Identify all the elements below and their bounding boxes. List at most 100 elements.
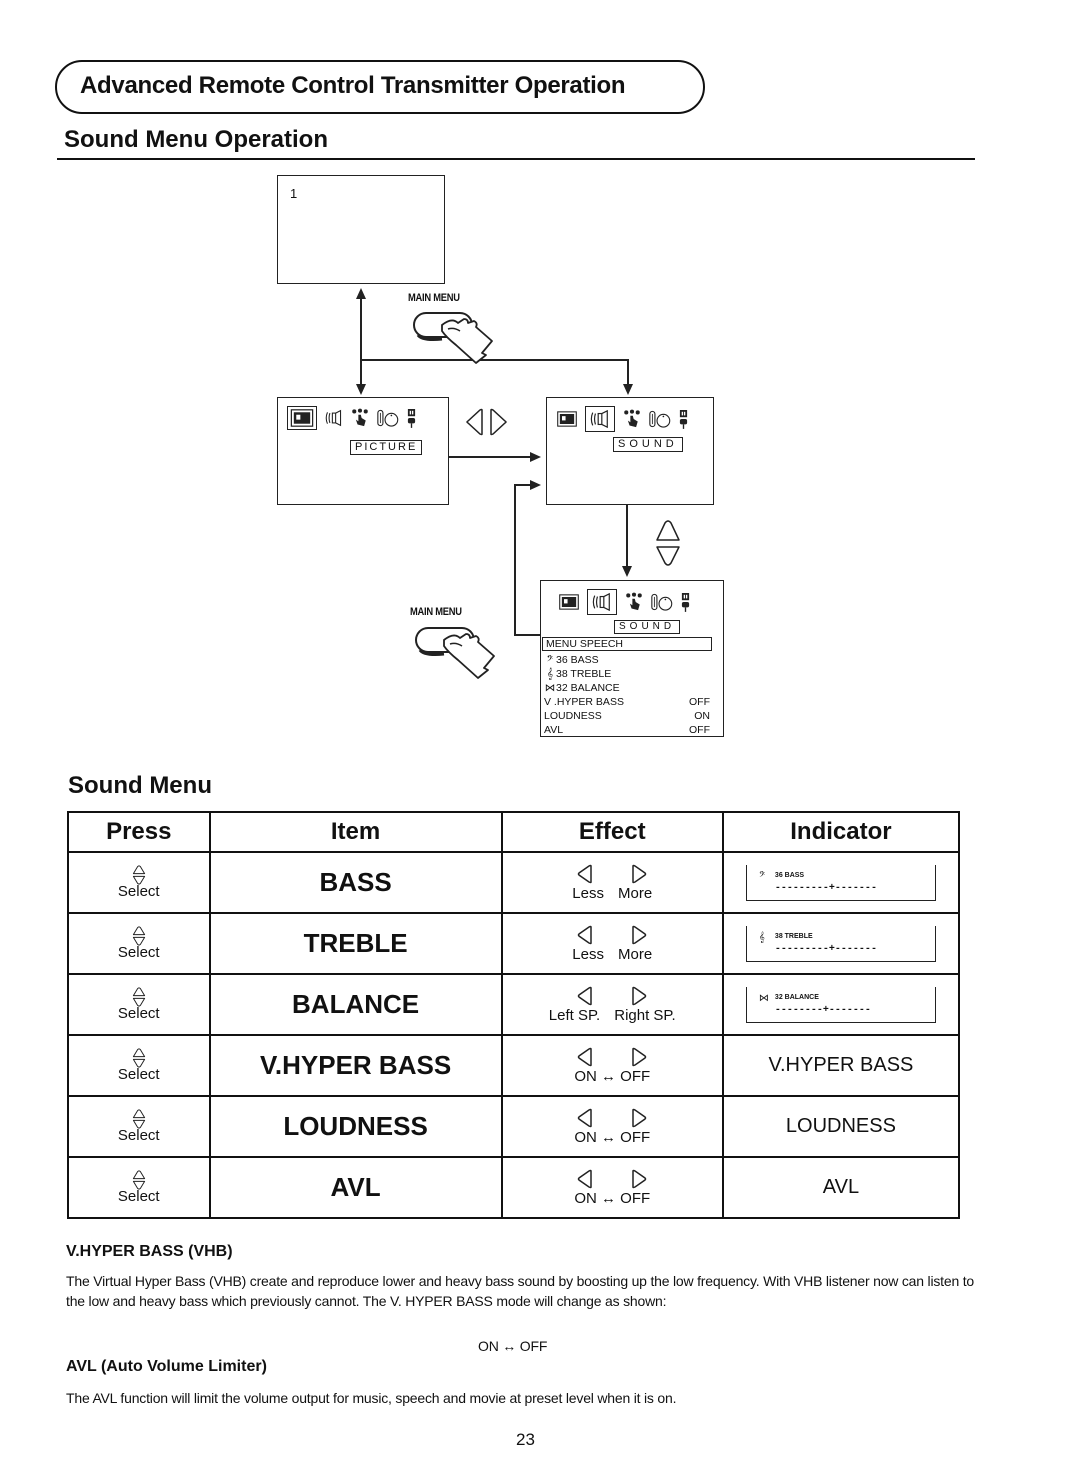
right-arrow-icon[interactable] [631,1108,647,1128]
setup-tab-icon [625,591,643,613]
setup-tab-icon [351,407,369,429]
indicator-level-bar: ---------+------- [774,943,877,955]
power-tab-icon [679,409,688,429]
connector-line [514,634,540,636]
effect-onoff-label: ON ↔ OFF [574,1067,651,1085]
indicator-level-bar: ---------+------- [774,882,877,894]
balance-icon: ⋈ [758,992,769,1004]
indicator-display: 𝄢 36 BASS ---------+------- [745,864,936,901]
picture-tab-icon [557,411,577,427]
tv-screen-sound-menu: SOUND [546,397,714,505]
treble-clef-icon: 𝄞 [758,931,765,943]
indicator-cell: LOUDNESS [721,1095,961,1158]
timer-tab-icon [377,408,399,428]
left-arrow-icon[interactable] [577,986,593,1006]
effect-cell: Less More [500,912,724,975]
menu-item-treble[interactable]: 𝄞 38 TREBLE [542,667,722,681]
right-arrow-icon[interactable] [631,1047,647,1067]
sound-menu-list: 𝄢 36 BASS 𝄞 38 TREBLE ⋈32 BALANCE V .HYPER… [542,653,722,737]
item-label: BALANCE [292,989,420,1019]
tv-screen-picture-menu: PICTURE [277,397,449,505]
press-cell: Select [67,1156,211,1219]
item-label: BASS [319,867,392,897]
column-header-indicator: Indicator [721,811,961,853]
table-row: Select AVL ON ↔ OFF AVL [67,1156,961,1219]
menu-item-vhyper-bass[interactable]: V .HYPER BASS OFF [542,695,722,709]
power-tab-icon [681,592,690,612]
table-row: Select V.HYPER BASS ON ↔ OFF V.HYPER BASS [67,1034,961,1097]
indicator-label: 32 BALANCE [774,993,819,1001]
menu-item-avl[interactable]: AVL OFF [542,723,722,737]
right-arrow-icon[interactable] [631,1169,647,1189]
chapter-title: Advanced Remote Control Transmitter Oper… [80,72,626,99]
arrow-right-icon [530,480,541,490]
select-label: Select [117,883,160,900]
sound-menu-tag: SOUND [613,437,683,452]
press-cell: Select [67,851,211,914]
indicator-level-bar: --------+------- [774,1004,871,1016]
menu-speech-header: MENU SPEECH [542,637,712,651]
timer-tab-icon [651,592,673,612]
table-row: Select TREBLE Less More 𝄞 38 TREBLE ---------+… [67,912,961,975]
table-row: Select BALANCE Left SP. Right SP. ⋈ 32 BALANC… [67,973,961,1036]
item-label: AVL [330,1172,381,1202]
table-header-row: Press Item Effect Indicator [67,811,961,853]
press-cell: Select [67,973,211,1036]
left-arrow-icon[interactable] [577,864,593,884]
arrow-down-icon [622,566,632,577]
column-header-effect: Effect [500,811,724,853]
item-cell: BASS [208,851,503,914]
page-number: 23 [516,1430,535,1449]
press-cell: Select [67,1095,211,1158]
sound-tab-icon [587,589,617,615]
indicator-cell: V.HYPER BASS [721,1034,961,1097]
right-arrow-icon [490,408,507,436]
up-down-select-icon[interactable] [132,865,146,885]
indicator-label: 38 TREBLE [774,932,813,940]
indicator-display: 𝄞 38 TREBLE ---------+------- [745,925,936,962]
effect-left-label: Less [572,884,604,902]
tv-screen-sound-menu-expanded: SOUND MENU SPEECH 𝄢 36 BASS 𝄞 38 TREBLE ⋈3… [540,580,724,737]
main-menu-button-icon[interactable] [414,620,504,680]
right-arrow-icon[interactable] [631,925,647,945]
up-down-arrows-icon [656,520,680,566]
picture-tab-icon [559,594,579,610]
effect-left-label: Left SP. [548,1006,601,1024]
menu-item-bass[interactable]: 𝄢 36 BASS [542,653,722,667]
left-arrow-icon[interactable] [577,1108,593,1128]
right-arrow-icon[interactable] [631,864,647,884]
select-label: Select [117,1127,160,1144]
right-arrow-icon[interactable] [631,986,647,1006]
treble-clef-icon: 𝄞 [546,668,554,680]
up-down-select-icon[interactable] [132,1170,146,1190]
up-down-select-icon[interactable] [132,1048,146,1068]
left-arrow-icon[interactable] [577,1169,593,1189]
press-cell: Select [67,1034,211,1097]
up-down-select-icon[interactable] [132,1109,146,1129]
menu-item-loudness[interactable]: LOUDNESS ON [542,709,722,723]
vhb-note-title: V.HYPER BASS (VHB) [66,1243,233,1260]
sound-tab-icon [325,408,343,428]
effect-cell: Less More [500,851,724,914]
item-label: TREBLE [303,928,408,958]
connector-line [514,484,516,636]
main-menu-button-icon[interactable] [412,305,502,365]
left-arrow-icon[interactable] [577,925,593,945]
up-down-select-icon[interactable] [132,987,146,1007]
sound-menu-table: Press Item Effect Indicator Select BASS Le… [67,811,961,1219]
connector-line [449,456,531,458]
indicator-text: V.HYPER BASS [768,1054,914,1076]
effect-onoff-label: ON ↔ OFF [574,1128,651,1146]
left-arrow-icon[interactable] [577,1047,593,1067]
effect-cell: ON ↔ OFF [500,1095,724,1158]
vhb-mode-cycle: ON ↔ OFF [478,1338,548,1354]
section-title: Sound Menu Operation [64,126,328,153]
table-row: Select BASS Less More 𝄢 36 BASS ---------+----… [67,851,961,914]
indicator-label: 36 BASS [774,871,805,879]
indicator-cell: ⋈ 32 BALANCE --------+------- [721,973,961,1036]
avl-note-title: AVL (Auto Volume Limiter) [66,1358,267,1375]
up-down-select-icon[interactable] [132,926,146,946]
item-label: V.HYPER BASS [259,1050,452,1080]
arrow-down-icon [623,384,633,395]
menu-item-balance[interactable]: ⋈32 BALANCE [542,681,722,695]
